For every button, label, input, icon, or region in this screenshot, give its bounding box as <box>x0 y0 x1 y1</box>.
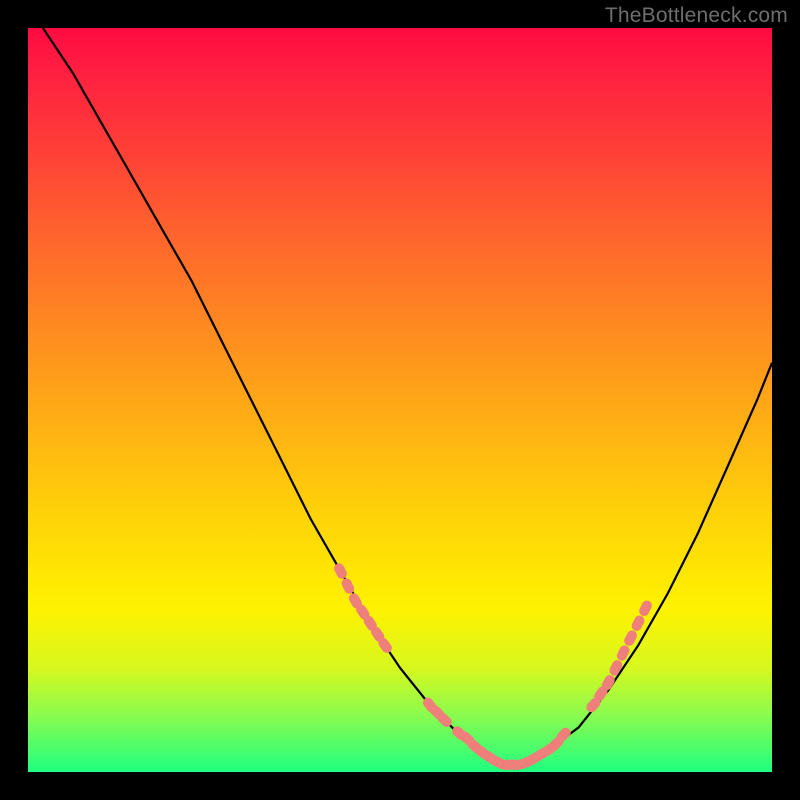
chart-svg <box>28 28 772 772</box>
marker-dot <box>608 658 624 677</box>
watermark-text: TheBottleneck.com <box>605 4 788 28</box>
marker-dot <box>637 599 653 618</box>
bottleneck-curve <box>43 28 772 765</box>
plot-area <box>28 28 772 772</box>
marker-dot <box>630 614 646 633</box>
marker-dot <box>332 562 348 581</box>
chart-frame: TheBottleneck.com <box>0 0 800 800</box>
marker-group <box>332 562 653 771</box>
marker-dot <box>623 629 639 648</box>
